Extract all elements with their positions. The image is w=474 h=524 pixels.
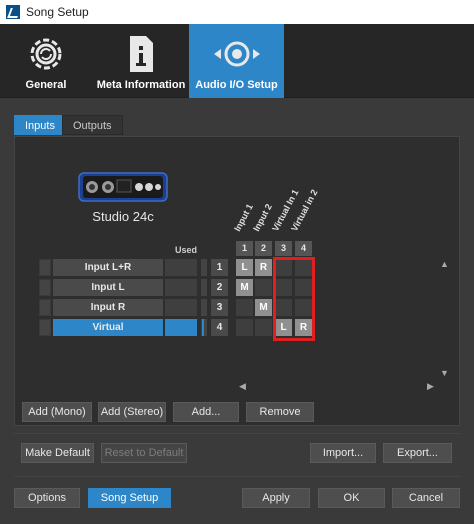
audio-io-icon — [213, 41, 260, 67]
matrix-cell[interactable] — [236, 319, 253, 336]
row-number: 3 — [211, 299, 228, 316]
row-handle[interactable] — [39, 319, 51, 336]
matrix-cell[interactable]: R — [255, 259, 272, 276]
io-matrix-panel: Studio 24c Used Input 1 Input 2 Virtual … — [14, 136, 460, 426]
divider — [14, 433, 460, 434]
matrix-cell[interactable]: M — [236, 279, 253, 296]
scroll-left-icon[interactable]: ◀ — [239, 381, 246, 392]
row-used — [165, 259, 197, 276]
column-number: 1 — [236, 241, 253, 256]
scroll-up-icon[interactable]: ▲ — [440, 259, 449, 269]
title-bar: Song Setup — [0, 0, 474, 24]
tab-audio-io-setup-label: Audio I/O Setup — [195, 79, 278, 91]
row-label-virtual[interactable]: Virtual — [53, 319, 163, 336]
tab-outputs[interactable]: Outputs — [62, 115, 123, 135]
matrix-cell[interactable] — [255, 319, 272, 336]
row-number: 4 — [211, 319, 228, 336]
add-mono-button[interactable]: Add (Mono) — [22, 402, 92, 422]
scroll-down-icon[interactable]: ▼ — [440, 368, 449, 378]
matrix-cell[interactable] — [236, 299, 253, 316]
song-setup-button[interactable]: Song Setup — [88, 488, 171, 508]
row-number: 1 — [211, 259, 228, 276]
add-stereo-button[interactable]: Add (Stereo) — [98, 402, 166, 422]
level-meter — [201, 319, 207, 336]
row-number: 2 — [211, 279, 228, 296]
row-label-input-l[interactable]: Input L — [53, 279, 163, 296]
window-title: Song Setup — [26, 5, 89, 19]
row-handle[interactable] — [39, 279, 51, 296]
matrix-cell[interactable]: M — [255, 299, 272, 316]
category-tabs: General Meta Information Audio I/O Setup — [0, 24, 474, 98]
apply-button[interactable]: Apply — [242, 488, 310, 508]
scroll-right-icon[interactable]: ▶ — [427, 381, 434, 392]
reset-to-default-button[interactable]: Reset to Default — [101, 443, 187, 463]
options-button[interactable]: Options — [14, 488, 80, 508]
matrix-cell[interactable]: L — [236, 259, 253, 276]
row-used — [165, 319, 197, 336]
gear-refresh-icon — [30, 38, 62, 70]
info-document-icon — [130, 36, 153, 72]
main-area: Inputs Outputs Studio 24c Used Input 1 I… — [0, 98, 474, 524]
tab-general-label: General — [25, 79, 67, 91]
divider — [14, 476, 460, 477]
level-meter — [201, 279, 207, 296]
column-number: 4 — [295, 241, 312, 256]
device-name: Studio 24c — [92, 209, 154, 224]
remove-button[interactable]: Remove — [246, 402, 314, 422]
row-label-input-r[interactable]: Input R — [53, 299, 163, 316]
tab-meta-information[interactable]: Meta Information — [96, 24, 186, 98]
column-number: 2 — [255, 241, 272, 256]
tab-audio-io-setup[interactable]: Audio I/O Setup — [189, 24, 284, 98]
virtual-inputs-highlight — [273, 257, 315, 341]
row-used — [165, 279, 197, 296]
row-used — [165, 299, 197, 316]
app-logo-icon — [6, 5, 20, 19]
make-default-button[interactable]: Make Default — [21, 443, 94, 463]
level-meter — [201, 259, 207, 276]
column-number: 3 — [275, 241, 292, 256]
tab-inputs[interactable]: Inputs — [14, 115, 66, 135]
export-button[interactable]: Export... — [383, 443, 452, 463]
row-label-input-lr[interactable]: Input L+R — [53, 259, 163, 276]
level-meter — [201, 299, 207, 316]
used-column-header: Used — [175, 245, 198, 255]
row-handle[interactable] — [39, 259, 51, 276]
add-button[interactable]: Add... — [173, 402, 239, 422]
import-button[interactable]: Import... — [310, 443, 376, 463]
tab-general[interactable]: General — [0, 24, 92, 98]
ok-button[interactable]: OK — [318, 488, 385, 508]
audio-interface-image — [78, 172, 168, 202]
matrix-cell[interactable] — [255, 279, 272, 296]
row-handle[interactable] — [39, 299, 51, 316]
cancel-button[interactable]: Cancel — [392, 488, 460, 508]
tab-meta-information-label: Meta Information — [96, 79, 186, 91]
